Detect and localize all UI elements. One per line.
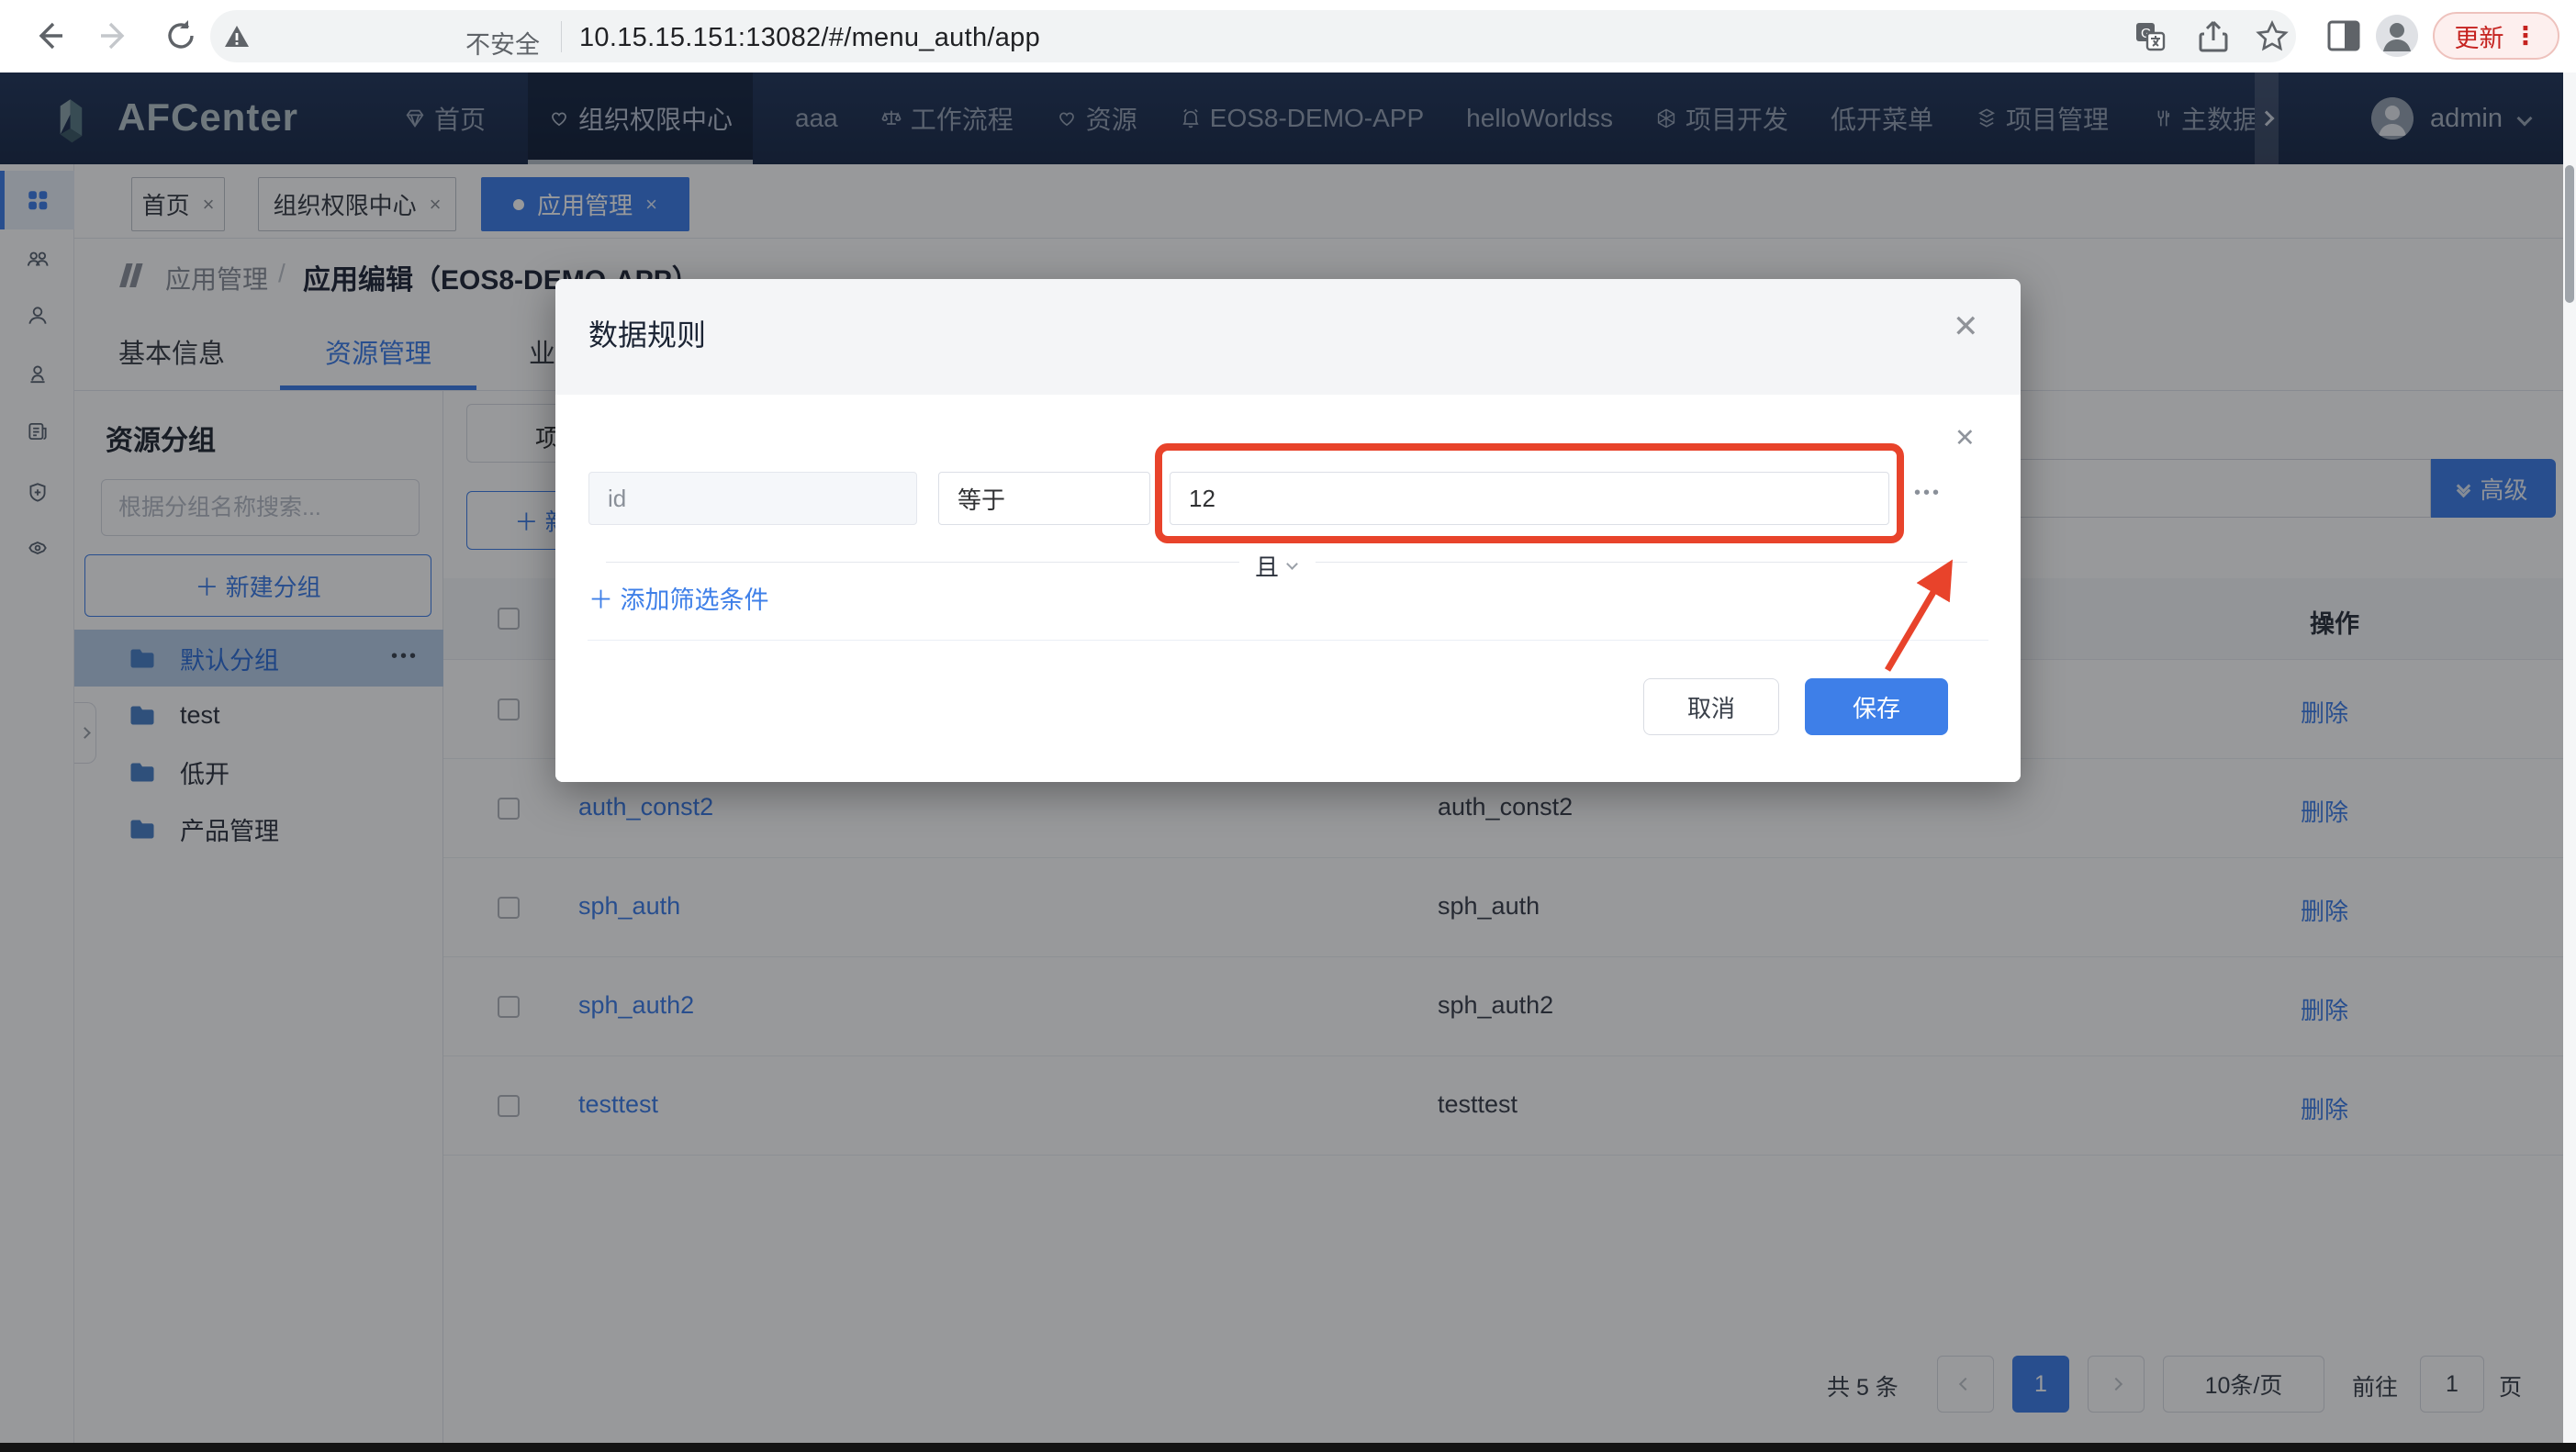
screen: 不安全 10.15.15.151:13082/#/menu_auth/app G…	[0, 0, 2576, 1452]
scrollbar-thumb[interactable]	[2565, 165, 2574, 303]
scrollbar[interactable]	[2563, 73, 2576, 1443]
share-icon[interactable]	[2197, 19, 2230, 54]
dialog-close-icon[interactable]: ✕	[1953, 308, 1979, 345]
browser-toolbar: 不安全 10.15.15.151:13082/#/menu_auth/app G…	[0, 0, 2576, 73]
divider	[1316, 562, 1967, 563]
not-secure-icon	[223, 23, 251, 50]
translate-icon[interactable]: G	[2134, 21, 2166, 52]
side-panel-icon[interactable]	[2324, 17, 2363, 55]
screen-bottom-bar	[0, 1443, 2576, 1452]
add-condition-link[interactable]: ＋ 添加筛选条件	[588, 580, 769, 616]
chevron-down-icon	[1286, 558, 1298, 570]
divider	[606, 562, 1239, 563]
divider	[588, 640, 1988, 641]
url-bar[interactable]: 不安全 10.15.15.151:13082/#/menu_auth/app G	[210, 10, 2296, 62]
more-options-icon[interactable]: •••	[1914, 483, 1942, 504]
browser-menu-icon[interactable]: ⋮	[2514, 22, 2538, 50]
security-label: 不安全	[465, 25, 540, 61]
reload-icon[interactable]	[162, 17, 200, 55]
url-text[interactable]: 10.15.15.151:13082/#/menu_auth/app	[579, 23, 1040, 53]
browser-update-button[interactable]: 更新 ⋮	[2433, 12, 2559, 60]
dialog-title: 数据规则	[588, 312, 706, 354]
browser-profile-avatar[interactable]	[2376, 15, 2418, 57]
forward-icon[interactable]	[95, 17, 134, 55]
remove-condition-icon[interactable]: ✕	[1954, 424, 1976, 452]
condition-operator-select[interactable]	[938, 472, 1150, 525]
dialog-body: ✕ ••• 且 ＋ 添加筛选条件 取消 保存	[555, 395, 2021, 782]
condition-value-input[interactable]	[1170, 472, 1889, 525]
data-rules-dialog: 数据规则 ✕ ✕ ••• 且 ＋ 添加筛选条件 取消 保存	[555, 279, 2021, 782]
save-button[interactable]: 保存	[1805, 678, 1948, 735]
connector-dropdown[interactable]: 且	[1255, 549, 1296, 583]
update-label: 更新	[2455, 18, 2504, 54]
divider	[561, 21, 562, 52]
cancel-button[interactable]: 取消	[1643, 678, 1779, 735]
back-icon[interactable]	[29, 17, 68, 55]
condition-field-input[interactable]	[588, 472, 917, 525]
bookmark-star-icon[interactable]	[2256, 20, 2289, 53]
